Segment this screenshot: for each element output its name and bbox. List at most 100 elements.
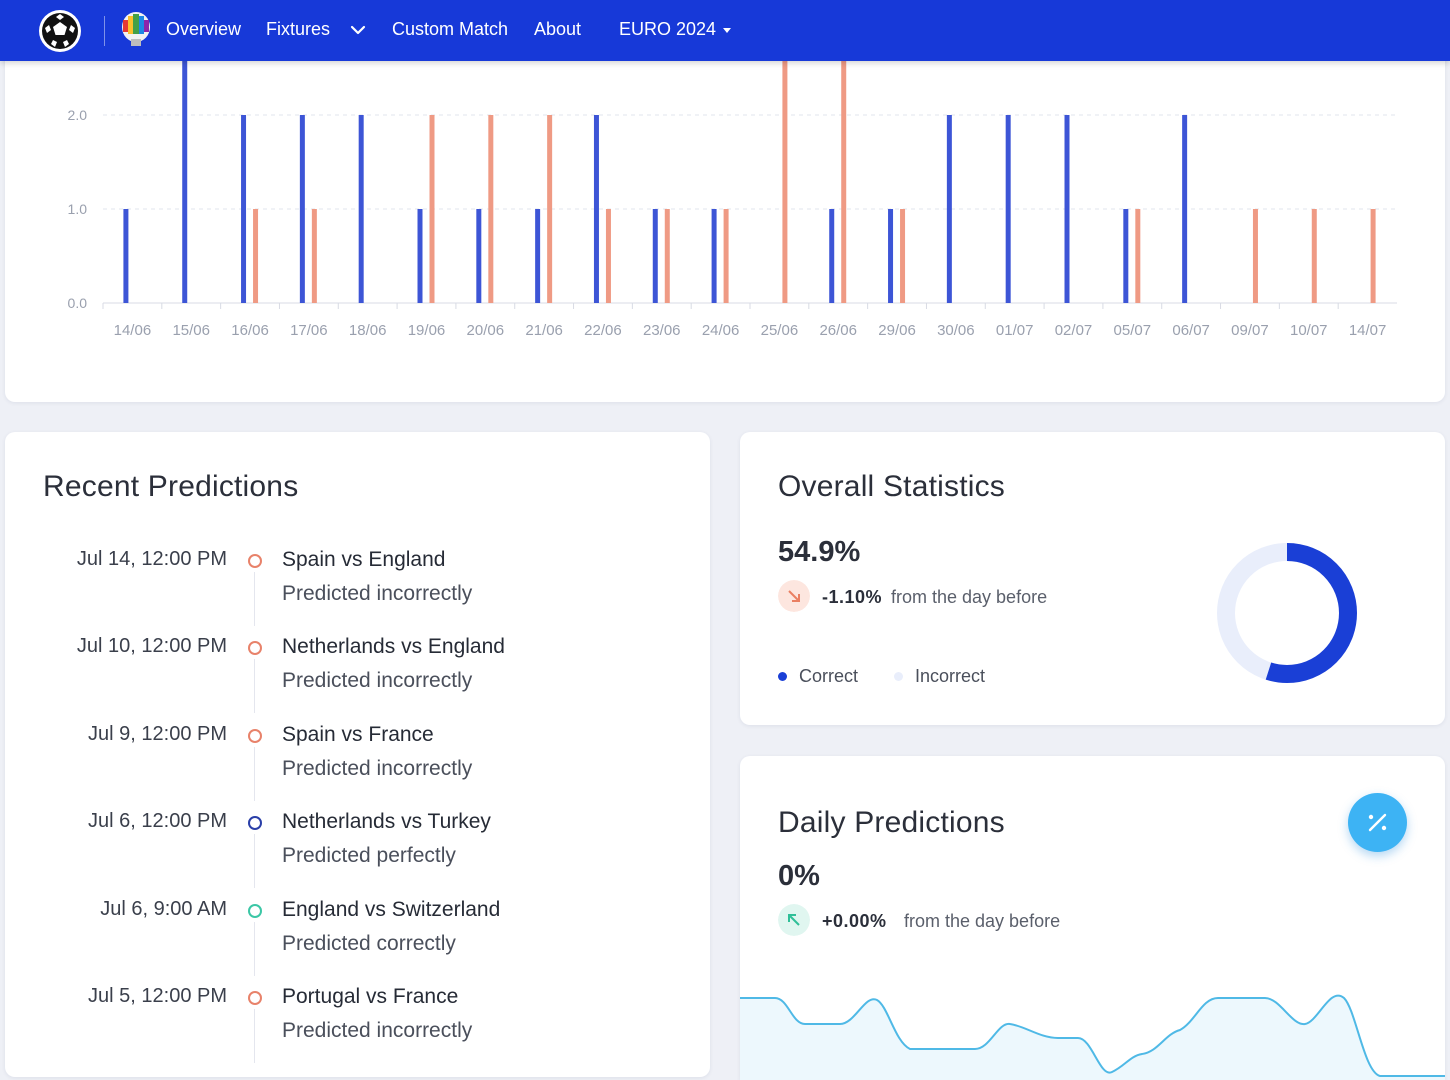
daily-change-label: from the day before bbox=[904, 911, 1061, 931]
nav-fixtures[interactable]: Fixtures bbox=[266, 19, 330, 40]
accuracy-donut-chart bbox=[1217, 543, 1357, 683]
bar-incorrect[interactable] bbox=[253, 209, 259, 303]
x-tick-label: 21/06 bbox=[525, 322, 563, 339]
prediction-date: Jul 10, 12:00 PM bbox=[76, 635, 227, 657]
legend-correct-label[interactable]: Correct bbox=[799, 666, 858, 687]
daily-predictions-card: Daily Predictions 0% +0.00% from the day… bbox=[740, 756, 1445, 1080]
prediction-match: Netherlands vs England bbox=[282, 635, 505, 658]
prediction-status: Predicted incorrectly bbox=[282, 669, 473, 692]
daily-change-value: +0.00% bbox=[822, 911, 887, 931]
prediction-match: England vs Switzerland bbox=[282, 898, 501, 921]
x-tick-label: 06/07 bbox=[1172, 322, 1210, 339]
bar-incorrect[interactable] bbox=[841, 55, 847, 303]
prediction-list-item[interactable]: Jul 5, 12:00 PM Portugal vs France Predict… bbox=[5, 985, 710, 1072]
prediction-list-item[interactable]: Jul 9, 12:00 PM Spain vs France Predicted … bbox=[5, 723, 710, 810]
bar-incorrect[interactable] bbox=[488, 115, 494, 303]
prediction-date: Jul 5, 12:00 PM bbox=[88, 985, 227, 1007]
x-tick-label: 05/07 bbox=[1114, 322, 1152, 339]
bar-correct[interactable] bbox=[358, 115, 364, 303]
prediction-list-item[interactable]: Jul 6, 9:00 AM England vs Switzerland Pred… bbox=[5, 898, 710, 985]
x-tick-label: 29/06 bbox=[878, 322, 916, 339]
bar-incorrect[interactable] bbox=[900, 209, 906, 303]
prediction-date: Jul 6, 9:00 AM bbox=[100, 898, 227, 920]
x-tick-label: 25/06 bbox=[761, 322, 799, 339]
x-tick-label: 15/06 bbox=[172, 322, 210, 339]
bar-incorrect[interactable] bbox=[782, 55, 788, 303]
bar-correct[interactable] bbox=[711, 209, 717, 303]
daily-trend-sparkline bbox=[740, 994, 1445, 1080]
bar-correct[interactable] bbox=[182, 55, 188, 303]
prediction-status: Predicted correctly bbox=[282, 932, 456, 955]
arrow-up-left-icon bbox=[778, 904, 810, 936]
bar-correct[interactable] bbox=[888, 209, 894, 303]
prediction-date: Jul 9, 12:00 PM bbox=[88, 723, 227, 745]
x-tick-label: 26/06 bbox=[819, 322, 857, 339]
bar-incorrect[interactable] bbox=[1311, 209, 1317, 303]
chevron-down-icon[interactable] bbox=[350, 24, 366, 36]
bar-correct[interactable] bbox=[299, 115, 305, 303]
overall-change-value: -1.10% bbox=[822, 587, 883, 607]
football-logo-icon[interactable] bbox=[38, 9, 82, 53]
x-tick-label: 14/06 bbox=[114, 322, 152, 339]
percent-icon bbox=[1368, 813, 1387, 832]
nav-custom-match[interactable]: Custom Match bbox=[392, 19, 508, 40]
status-dot-icon bbox=[248, 904, 262, 918]
bar-incorrect[interactable] bbox=[547, 115, 553, 303]
bar-correct[interactable] bbox=[476, 209, 482, 303]
prediction-status: Predicted incorrectly bbox=[282, 1019, 473, 1042]
overall-statistics-card: Overall Statistics 54.9% -1.10% from the… bbox=[740, 432, 1445, 725]
euro-trophy-icon[interactable] bbox=[119, 11, 153, 49]
bar-correct[interactable] bbox=[829, 209, 835, 303]
bar-correct[interactable] bbox=[123, 209, 129, 303]
arrow-down-right-icon bbox=[778, 580, 810, 612]
bar-correct[interactable] bbox=[417, 209, 423, 303]
bar-correct[interactable] bbox=[1123, 209, 1129, 303]
x-tick-label: 24/06 bbox=[702, 322, 740, 339]
legend-incorrect-dot bbox=[894, 672, 903, 681]
bar-incorrect[interactable] bbox=[605, 209, 611, 303]
overall-statistics-title: Overall Statistics bbox=[778, 470, 1005, 503]
timeline-connector bbox=[254, 572, 255, 626]
caret-down-icon[interactable] bbox=[722, 27, 732, 34]
bar-incorrect[interactable] bbox=[723, 209, 729, 303]
percent-button[interactable] bbox=[1348, 793, 1407, 852]
bar-correct[interactable] bbox=[241, 115, 247, 303]
bar-correct[interactable] bbox=[535, 209, 541, 303]
x-tick-label: 20/06 bbox=[467, 322, 505, 339]
overall-accuracy-value: 54.9% bbox=[778, 536, 861, 568]
nav-overview[interactable]: Overview bbox=[166, 19, 241, 40]
status-dot-icon bbox=[248, 991, 262, 1005]
bar-incorrect[interactable] bbox=[1252, 209, 1258, 303]
prediction-status: Predicted perfectly bbox=[282, 844, 456, 867]
bar-incorrect[interactable] bbox=[429, 115, 435, 303]
bar-correct[interactable] bbox=[593, 115, 599, 303]
bar-correct[interactable] bbox=[1182, 115, 1188, 303]
prediction-match: Spain vs England bbox=[282, 548, 446, 571]
prediction-match: Netherlands vs Turkey bbox=[282, 810, 491, 833]
prediction-list-item[interactable]: Jul 14, 12:00 PM Spain vs England Predicte… bbox=[5, 548, 710, 635]
x-tick-label: 19/06 bbox=[408, 322, 446, 339]
prediction-date: Jul 14, 12:00 PM bbox=[76, 548, 227, 570]
prediction-list-item[interactable]: Jul 6, 12:00 PM Netherlands vs Turkey Pred… bbox=[5, 810, 710, 897]
x-tick-label: 02/07 bbox=[1055, 322, 1093, 339]
bar-correct[interactable] bbox=[1005, 115, 1011, 303]
bar-incorrect[interactable] bbox=[311, 209, 317, 303]
timeline-connector bbox=[254, 1009, 255, 1063]
bar-incorrect[interactable] bbox=[664, 209, 670, 303]
legend-incorrect-label[interactable]: Incorrect bbox=[915, 666, 985, 687]
tournament-selector[interactable]: EURO 2024 bbox=[619, 19, 716, 40]
x-tick-label: 10/07 bbox=[1290, 322, 1328, 339]
nav-about[interactable]: About bbox=[534, 19, 581, 40]
prediction-date: Jul 6, 12:00 PM bbox=[88, 810, 227, 832]
prediction-list-item[interactable]: Jul 10, 12:00 PM Netherlands vs England Pr… bbox=[5, 635, 710, 722]
x-tick-label: 01/07 bbox=[996, 322, 1034, 339]
bar-incorrect[interactable] bbox=[1135, 209, 1141, 303]
bar-correct[interactable] bbox=[946, 115, 952, 303]
x-tick-label: 22/06 bbox=[584, 322, 622, 339]
bar-correct[interactable] bbox=[1064, 115, 1070, 303]
prediction-status: Predicted incorrectly bbox=[282, 582, 473, 605]
bar-incorrect[interactable] bbox=[1370, 209, 1376, 303]
y-tick-label: 0.0 bbox=[68, 295, 88, 311]
bar-correct[interactable] bbox=[652, 209, 658, 303]
timeline-connector bbox=[254, 747, 255, 801]
